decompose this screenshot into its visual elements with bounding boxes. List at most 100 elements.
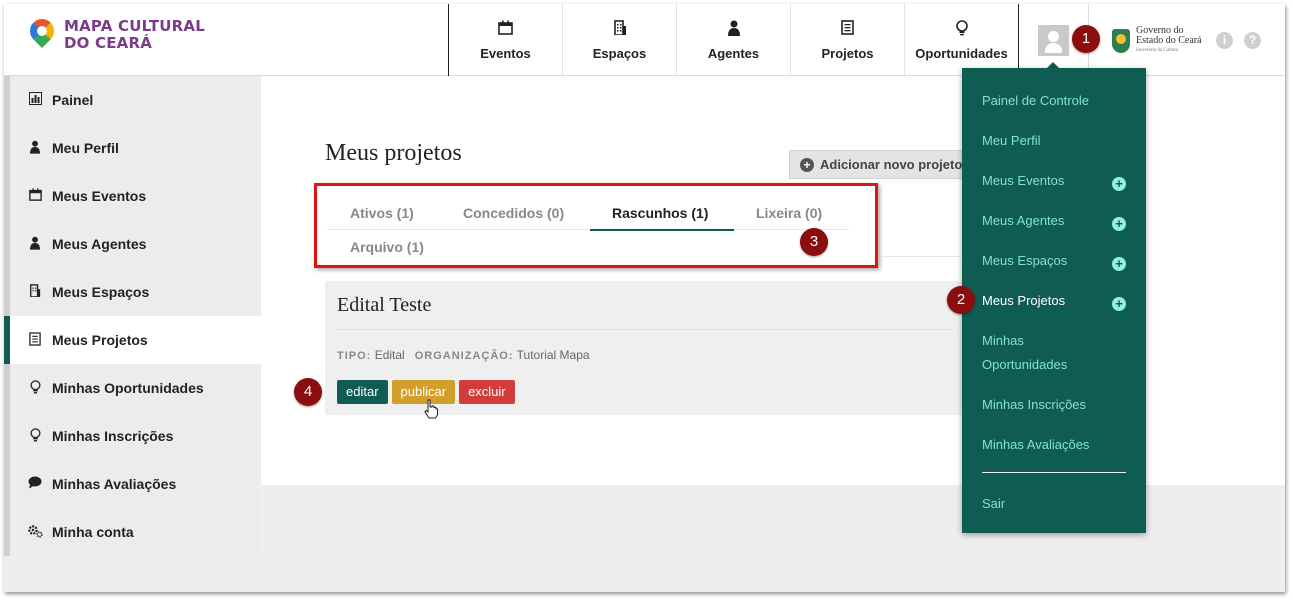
sidebar-item-minhas-oportunidades[interactable]: Minhas Oportunidades bbox=[10, 364, 261, 412]
lightbulb-icon bbox=[24, 379, 46, 397]
tab-concedidos[interactable]: Concedidos (0) bbox=[463, 205, 564, 221]
logo-line-1: MAPA CULTURAL bbox=[64, 17, 205, 35]
government-logo[interactable]: Governo do Estado do Ceará Secretaria da… bbox=[1112, 26, 1202, 56]
tipo-value: Edital bbox=[374, 348, 405, 362]
user-avatar-button[interactable] bbox=[1038, 25, 1069, 56]
menu-minhas-oportunidades[interactable]: Minhas Oportunidades bbox=[982, 329, 1067, 377]
sidebar-item-painel[interactable]: Painel bbox=[10, 76, 261, 124]
nav-espacos[interactable]: Espaços bbox=[563, 4, 677, 76]
sidebar-item-meu-perfil[interactable]: Meu Perfil bbox=[10, 124, 261, 172]
sidebar-item-label: Painel bbox=[52, 92, 94, 108]
step-badge-4: 4 bbox=[294, 378, 322, 406]
sidebar-item-minhas-inscricoes[interactable]: Minhas Inscrições bbox=[10, 412, 261, 460]
sidebar-item-label: Meus Agentes bbox=[52, 236, 147, 252]
add-evento-plus-icon[interactable]: + bbox=[1112, 177, 1126, 191]
nav-label: Oportunidades bbox=[915, 45, 1008, 61]
step-badge-1: 1 bbox=[1072, 25, 1100, 53]
menu-label-line-2: Oportunidades bbox=[982, 357, 1068, 372]
main-nav: Eventos Espaços Agentes Projetos Oportun… bbox=[448, 4, 1019, 76]
menu-meus-eventos[interactable]: Meus Eventos bbox=[982, 169, 1064, 193]
state-crest-icon bbox=[1112, 29, 1130, 53]
calendar-icon bbox=[24, 188, 46, 204]
gears-icon bbox=[24, 524, 46, 541]
menu-minhas-avaliacoes[interactable]: Minhas Avaliações bbox=[982, 433, 1089, 457]
menu-meus-projetos[interactable]: Meus Projetos bbox=[982, 289, 1065, 313]
sidebar-item-meus-agentes[interactable]: Meus Agentes bbox=[10, 220, 261, 268]
active-tab-underline bbox=[590, 229, 734, 231]
sidebar-item-minhas-avaliacoes[interactable]: Minhas Avaliações bbox=[10, 460, 261, 508]
sidebar-item-meus-eventos[interactable]: Meus Eventos bbox=[10, 172, 261, 220]
sidebar: Painel Meu Perfil Meus Eventos Meus Agen… bbox=[4, 76, 261, 556]
nav-label: Eventos bbox=[480, 45, 531, 61]
add-project-button[interactable]: + Adicionar novo projeto bbox=[789, 150, 974, 179]
person-icon bbox=[727, 20, 740, 40]
tabs-divider-extension bbox=[881, 256, 961, 257]
page-title: Meus projetos bbox=[325, 140, 462, 166]
sidebar-item-label: Minhas Oportunidades bbox=[52, 380, 204, 396]
project-tabs-highlight: Ativos (1) Concedidos (0) Rascunhos (1) … bbox=[314, 183, 878, 268]
tipo-key: TIPO: bbox=[337, 350, 372, 362]
menu-minhas-inscricoes[interactable]: Minhas Inscrições bbox=[982, 393, 1086, 417]
sidebar-item-label: Meus Projetos bbox=[52, 332, 148, 348]
add-project-label: Adicionar novo projeto bbox=[820, 157, 963, 172]
menu-painel-de-controle[interactable]: Painel de Controle bbox=[982, 89, 1089, 113]
info-icon[interactable]: i bbox=[1216, 32, 1233, 49]
government-text: Governo do Estado do Ceará Secretaria da… bbox=[1136, 26, 1202, 56]
card-divider bbox=[337, 329, 953, 330]
project-title[interactable]: Edital Teste bbox=[337, 294, 431, 317]
sidebar-item-label: Minhas Avaliações bbox=[52, 476, 177, 492]
sidebar-item-meus-espacos[interactable]: Meus Espaços bbox=[10, 268, 261, 316]
speech-bubble-icon bbox=[24, 476, 46, 492]
add-espaco-plus-icon[interactable]: + bbox=[1112, 257, 1126, 271]
person-icon bbox=[24, 236, 46, 253]
sidebar-item-label: Meu Perfil bbox=[52, 140, 119, 156]
menu-meus-agentes[interactable]: Meus Agentes bbox=[982, 209, 1064, 233]
sidebar-item-minha-conta[interactable]: Minha conta bbox=[10, 508, 261, 556]
lightbulb-icon bbox=[24, 427, 46, 445]
menu-meu-perfil[interactable]: Meu Perfil bbox=[982, 129, 1041, 153]
person-icon bbox=[24, 140, 46, 157]
tabs-divider bbox=[327, 229, 849, 230]
menu-meus-espacos[interactable]: Meus Espaços bbox=[982, 249, 1067, 273]
tab-ativos[interactable]: Ativos (1) bbox=[350, 205, 414, 221]
lightbulb-icon bbox=[955, 19, 968, 40]
calendar-icon bbox=[498, 20, 513, 40]
project-card: Edital Teste TIPO: Edital ORGANIZAÇÃO: T… bbox=[325, 281, 965, 419]
document-icon bbox=[841, 19, 854, 40]
gov-line-3: Secretaria da Cultura bbox=[1136, 48, 1179, 53]
logo-text: MAPA CULTURAL DO CEARÁ bbox=[64, 18, 205, 52]
add-projeto-plus-icon[interactable]: + bbox=[1112, 297, 1126, 311]
help-icon[interactable]: ? bbox=[1244, 32, 1261, 49]
nav-label: Projetos bbox=[821, 45, 874, 61]
tab-lixeira[interactable]: Lixeira (0) bbox=[756, 205, 822, 221]
gov-line-2: Estado do Ceará bbox=[1136, 35, 1202, 46]
nav-projetos[interactable]: Projetos bbox=[791, 4, 905, 76]
tab-arquivo[interactable]: Arquivo (1) bbox=[350, 239, 424, 255]
menu-label-line-1: Minhas bbox=[982, 333, 1024, 348]
nav-label: Agentes bbox=[707, 45, 760, 61]
step-badge-2: 2 bbox=[947, 286, 975, 314]
nav-label: Espaços bbox=[592, 45, 647, 61]
nav-eventos[interactable]: Eventos bbox=[449, 4, 563, 76]
hand-cursor-icon bbox=[423, 399, 439, 425]
map-pin-logo-icon bbox=[25, 14, 59, 51]
logo-line-2: DO CEARÁ bbox=[64, 34, 153, 52]
chart-icon bbox=[24, 92, 46, 108]
delete-button[interactable]: excluir bbox=[459, 380, 515, 404]
nav-agentes[interactable]: Agentes bbox=[677, 4, 791, 76]
nav-oportunidades[interactable]: Oportunidades bbox=[905, 4, 1019, 76]
tab-rascunhos[interactable]: Rascunhos (1) bbox=[612, 205, 708, 221]
sidebar-item-label: Minhas Inscrições bbox=[52, 428, 174, 444]
sidebar-item-label: Meus Espaços bbox=[52, 284, 150, 300]
sidebar-item-meus-projetos[interactable]: Meus Projetos bbox=[4, 316, 261, 364]
organizacao-value: Tutorial Mapa bbox=[516, 348, 590, 362]
add-agente-plus-icon[interactable]: + bbox=[1112, 217, 1126, 231]
organizacao-key: ORGANIZAÇÃO: bbox=[414, 350, 514, 362]
edit-button[interactable]: editar bbox=[337, 380, 388, 404]
building-icon bbox=[613, 19, 627, 40]
site-logo[interactable]: MAPA CULTURAL DO CEARÁ bbox=[25, 14, 205, 52]
menu-sair[interactable]: Sair bbox=[982, 492, 1005, 516]
user-dropdown-menu: Painel de Controle Meu Perfil Meus Event… bbox=[962, 68, 1146, 533]
building-icon bbox=[24, 284, 46, 300]
step-badge-3: 3 bbox=[800, 228, 828, 256]
